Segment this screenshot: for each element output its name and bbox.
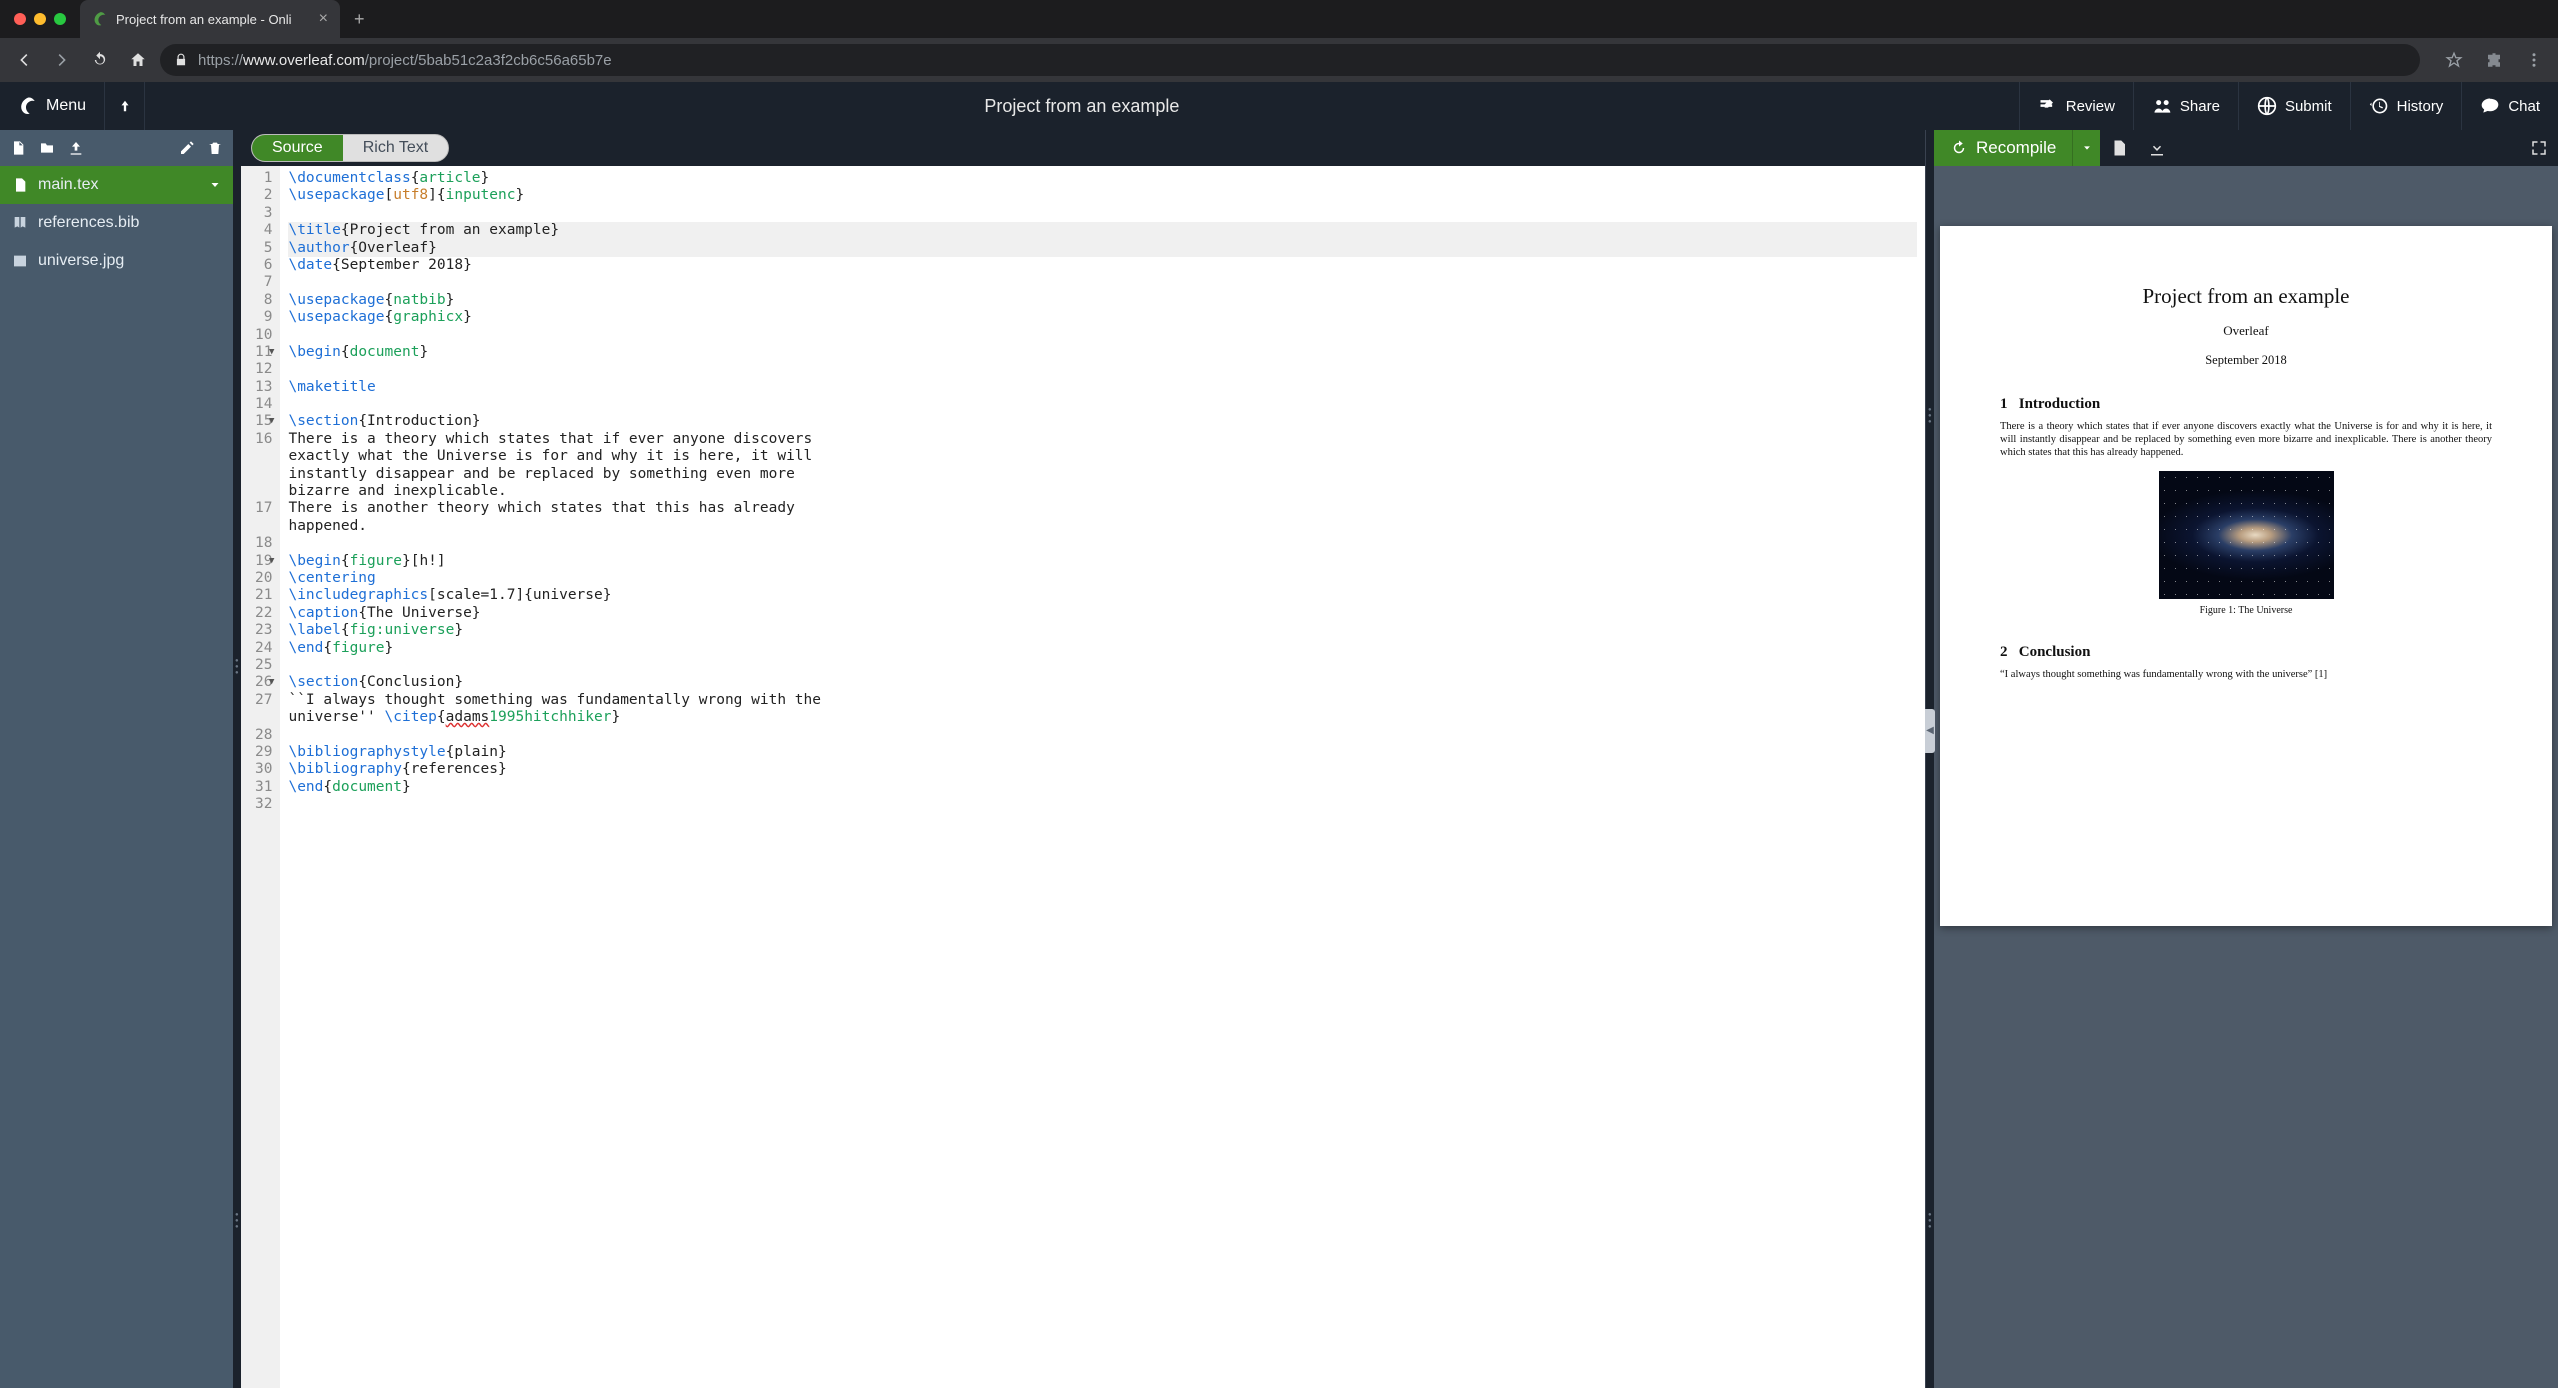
- download-pdf-button[interactable]: [2138, 130, 2176, 166]
- pdf-author: Overleaf: [2000, 323, 2492, 339]
- file-list: main.tex references.bib universe.jpg: [0, 166, 233, 1388]
- window-controls: [0, 13, 80, 25]
- review-button[interactable]: Review: [2019, 82, 2133, 130]
- fullscreen-button[interactable]: [2520, 130, 2558, 166]
- home-button[interactable]: [122, 44, 154, 76]
- share-button[interactable]: Share: [2133, 82, 2238, 130]
- file-panel: main.tex references.bib universe.jpg: [0, 130, 233, 1388]
- browser-address-bar: https://www.overleaf.com/project/5bab51c…: [0, 38, 2558, 82]
- project-title: Project from an example: [145, 96, 2019, 117]
- history-icon: [2369, 96, 2389, 116]
- book-icon: [12, 215, 28, 231]
- pdf-viewport[interactable]: Project from an example Overleaf Septemb…: [1934, 166, 2558, 1388]
- file-item-references-bib[interactable]: references.bib: [0, 204, 233, 242]
- url-input[interactable]: https://www.overleaf.com/project/5bab51c…: [160, 44, 2420, 76]
- forward-button[interactable]: [46, 44, 78, 76]
- workspace: main.tex references.bib universe.jpg ●●● ●…: [0, 130, 2558, 1388]
- lock-icon: [174, 53, 188, 67]
- delete-icon[interactable]: [207, 140, 223, 156]
- history-label: History: [2397, 98, 2444, 115]
- editor-column: Source Rich Text 1234567891011▼12131415▼…: [241, 130, 1926, 1388]
- file-icon: [12, 177, 28, 193]
- pdf-section-2-quote: “I always thought something was fundamen…: [2000, 669, 2492, 680]
- chat-button[interactable]: Chat: [2461, 82, 2558, 130]
- left-resize-handle[interactable]: ●●● ●●●: [233, 130, 241, 1388]
- submit-button[interactable]: Submit: [2238, 82, 2350, 130]
- rename-icon[interactable]: [179, 140, 195, 156]
- bookmark-star-icon[interactable]: [2438, 44, 2470, 76]
- toolbar-right: Review Share Submit History Chat: [2019, 82, 2558, 130]
- chevron-down-icon[interactable]: [209, 179, 221, 191]
- window-minimize-button[interactable]: [34, 13, 46, 25]
- recompile-label: Recompile: [1976, 138, 2056, 158]
- view-logs-button[interactable]: [2100, 130, 2138, 166]
- share-icon: [2152, 96, 2172, 116]
- file-name: main.tex: [38, 176, 98, 194]
- chat-label: Chat: [2508, 98, 2540, 115]
- submit-icon: [2257, 96, 2277, 116]
- pdf-section-2-heading: 2 Conclusion: [2000, 644, 2492, 661]
- submit-label: Submit: [2285, 98, 2332, 115]
- editor-mode-tabs: Source Rich Text: [241, 130, 1925, 166]
- new-file-icon[interactable]: [10, 140, 26, 156]
- recompile-button[interactable]: Recompile: [1934, 130, 2072, 166]
- pdf-date: September 2018: [2000, 353, 2492, 368]
- menu-button[interactable]: Menu: [0, 82, 105, 130]
- file-name: universe.jpg: [38, 252, 124, 270]
- review-label: Review: [2066, 98, 2115, 115]
- close-tab-icon[interactable]: ×: [319, 10, 328, 28]
- browser-tab-title: Project from an example - Onli: [116, 12, 292, 27]
- richtext-tab[interactable]: Rich Text: [343, 135, 449, 161]
- overleaf-favicon: [92, 11, 108, 27]
- share-label: Share: [2180, 98, 2220, 115]
- chat-icon: [2480, 96, 2500, 116]
- window-maximize-button[interactable]: [54, 13, 66, 25]
- history-button[interactable]: History: [2350, 82, 2462, 130]
- new-folder-icon[interactable]: [38, 140, 56, 156]
- collapse-editor-handle[interactable]: ◀: [1925, 709, 1935, 753]
- refresh-icon: [1950, 139, 1968, 157]
- pdf-figure-caption: Figure 1: The Universe: [2000, 605, 2492, 616]
- file-item-main-tex[interactable]: main.tex: [0, 166, 233, 204]
- back-button[interactable]: [8, 44, 40, 76]
- menu-label: Menu: [46, 97, 86, 115]
- mode-segmented-control: Source Rich Text: [251, 134, 449, 162]
- new-tab-button[interactable]: +: [340, 9, 379, 30]
- url-text: https://www.overleaf.com/project/5bab51c…: [198, 52, 612, 69]
- window-close-button[interactable]: [14, 13, 26, 25]
- pdf-toolbar: Recompile: [1934, 130, 2558, 166]
- upload-icon[interactable]: [68, 140, 84, 156]
- code-editor[interactable]: 1234567891011▼12131415▼16 17 1819▼202122…: [241, 166, 1925, 1388]
- code-area[interactable]: \documentclass{article}\usepackage[utf8]…: [280, 166, 1925, 1388]
- recompile-dropdown[interactable]: [2072, 130, 2100, 166]
- image-icon: [12, 253, 28, 269]
- file-item-universe-jpg[interactable]: universe.jpg: [0, 242, 233, 280]
- pdf-section-1-body: There is a theory which states that if e…: [2000, 421, 2492, 459]
- overleaf-logo-icon: [18, 96, 38, 116]
- extensions-icon[interactable]: [2478, 44, 2510, 76]
- pdf-section-1-heading: 1 Introduction: [2000, 396, 2492, 413]
- line-gutter: 1234567891011▼12131415▼16 17 1819▼202122…: [241, 166, 280, 1388]
- file-name: references.bib: [38, 214, 139, 232]
- browser-tab-bar: Project from an example - Onli × +: [0, 0, 2558, 38]
- back-to-projects-button[interactable]: [105, 82, 145, 130]
- center-resize-handle[interactable]: ◀ ●●● ●●●: [1926, 130, 1934, 1388]
- pdf-page: Project from an example Overleaf Septemb…: [1940, 226, 2552, 926]
- recompile-button-group: Recompile: [1934, 130, 2100, 166]
- pdf-column: Recompile Project from an example Overle…: [1934, 130, 2558, 1388]
- pdf-title: Project from an example: [2000, 284, 2492, 309]
- reload-button[interactable]: [84, 44, 116, 76]
- browser-menu-icon[interactable]: [2518, 44, 2550, 76]
- review-icon: [2038, 96, 2058, 116]
- overleaf-toolbar: Menu Project from an example Review Shar…: [0, 82, 2558, 130]
- file-toolbar: [0, 130, 233, 166]
- browser-tab[interactable]: Project from an example - Onli ×: [80, 0, 340, 38]
- source-tab[interactable]: Source: [252, 135, 343, 161]
- browser-chrome: Project from an example - Onli × + https…: [0, 0, 2558, 82]
- pdf-figure-image: [2159, 471, 2334, 599]
